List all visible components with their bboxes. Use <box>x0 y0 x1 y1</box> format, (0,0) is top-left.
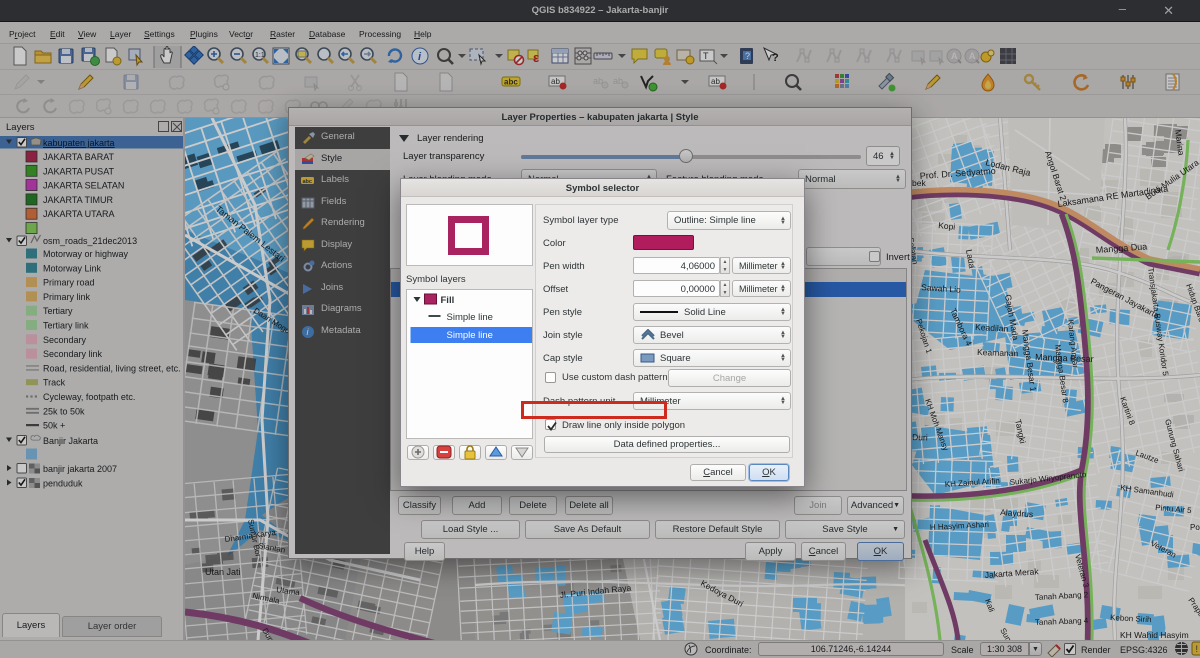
svg-text:Fill: Fill <box>441 295 455 306</box>
svg-text:Simple line: Simple line <box>447 312 493 323</box>
svg-text:Simple line: Simple line <box>447 330 493 341</box>
